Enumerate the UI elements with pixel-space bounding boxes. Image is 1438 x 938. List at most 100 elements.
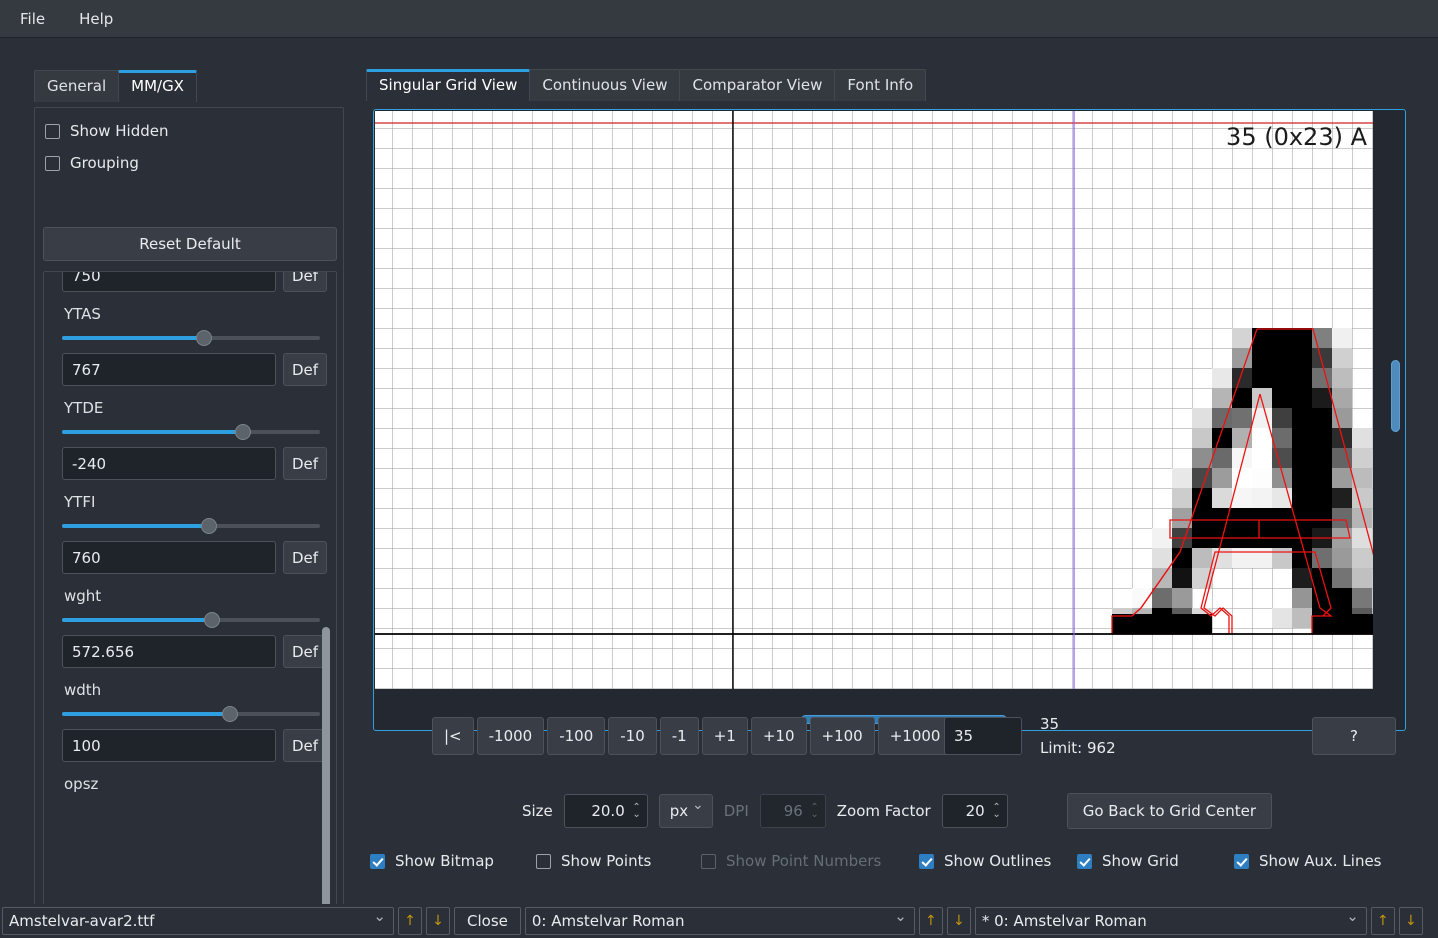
zoom-stepper-arrows[interactable]: ⌃⌄ [992,804,1000,818]
axis-def-button-ytde[interactable]: Def [283,447,327,480]
show-points-checkbox-box[interactable] [536,854,551,869]
axis-slider-wdth[interactable] [62,705,320,723]
nav-plus-10-button[interactable]: +10 [751,717,807,755]
tab-continuous-view[interactable]: Continuous View [529,69,680,101]
face-index-value: 0: Amstelvar Roman [532,912,685,930]
checkbox-show-hidden[interactable]: Show Hidden [45,122,343,140]
menu-item-file[interactable]: File [6,6,59,32]
axis-value-input-wdth[interactable] [62,729,276,762]
axis-slider-scrollarea[interactable]: Def YTAS Def [43,271,337,914]
show-aux-lines-label: Show Aux. Lines [1259,852,1382,870]
axis-row-ytfi: YTFI Def [44,493,337,574]
axis-slider-fill-ytde [62,430,243,434]
axis-row-opsz: opsz [44,775,337,793]
bottom-toolbar: Amstelvar-avar2.ttf ↑ ↓ Close 0: Amstelv… [0,904,1438,938]
axis-slider-knob-ytde[interactable] [235,424,251,440]
axis-def-button-ytas[interactable]: Def [283,353,327,386]
axis-slider-knob-ytfi[interactable] [201,518,217,534]
go-back-to-grid-center-button[interactable]: Go Back to Grid Center [1067,793,1272,829]
axis-label-ytas: YTAS [64,305,324,323]
show-bitmap-checkbox-box[interactable] [370,854,385,869]
named-instance-combo[interactable]: * 0: Amstelvar Roman [975,907,1367,935]
checkbox-show-bitmap[interactable]: Show Bitmap [370,852,536,870]
size-unit-combo[interactable]: px [659,794,713,828]
checkbox-show-points[interactable]: Show Points [536,852,701,870]
glyph-index-input[interactable] [944,717,1022,755]
size-stepper-arrows[interactable]: ⌃⌄ [632,804,640,818]
axis-def-button-wght[interactable]: Def [283,635,327,668]
axis-value-row-wght: Def [62,635,320,668]
show-hidden-label: Show Hidden [70,122,168,140]
nav-minus-100-button[interactable]: -100 [547,717,605,755]
axis-label-opsz: opsz [64,775,324,793]
tab-general[interactable]: General [34,70,119,102]
show-grid-label: Show Grid [1102,852,1179,870]
zoom-factor-value: 20 [966,802,985,820]
axis-slider-fill-wdth [62,712,230,716]
show-point-numbers-checkbox-box [701,854,716,869]
axis-slider-knob-ytas[interactable] [196,330,212,346]
glyph-canvas-frame[interactable]: 35 (0x23) A [373,109,1406,731]
axis-label-ytfi: YTFI [64,493,324,511]
nav-minus-10-button[interactable]: -10 [608,717,657,755]
show-outlines-checkbox-box[interactable] [919,854,934,869]
face-index-combo[interactable]: 0: Amstelvar Roman [525,907,915,935]
axis-value-input-ytfi[interactable] [62,541,276,574]
tab-singular-grid-view[interactable]: Singular Grid View [366,69,530,101]
tab-comparator-view[interactable]: Comparator View [679,69,835,101]
nav-first-button[interactable]: |< [432,717,474,755]
size-spinbox[interactable]: 20.0 ⌃⌄ [564,794,648,828]
axis-value-input-ytde[interactable] [62,447,276,480]
face-index-up-arrow-icon[interactable]: ↑ [919,907,943,935]
checkbox-show-grid[interactable]: Show Grid [1077,852,1234,870]
axis-slider-knob-wdth[interactable] [222,706,238,722]
nav-minus-1000-button[interactable]: -1000 [477,717,545,755]
dpi-stepper-arrows: ⌃⌄ [810,804,818,818]
axis-def-button-ytfi[interactable]: Def [283,541,327,574]
named-instance-up-arrow-icon[interactable]: ↑ [1371,907,1395,935]
close-button[interactable]: Close [454,907,521,935]
font-file-up-arrow-icon[interactable]: ↑ [398,907,422,935]
tab-font-info[interactable]: Font Info [834,69,926,101]
reset-default-button[interactable]: Reset Default [43,227,337,261]
zoom-factor-spinbox[interactable]: 20 ⌃⌄ [942,794,1008,828]
checkbox-grouping[interactable]: Grouping [45,154,343,172]
axis-slider-fill-ytas [62,336,204,340]
size-label: Size [522,802,553,820]
axis-value-input-0[interactable] [62,271,276,292]
font-file-down-arrow-icon[interactable]: ↓ [426,907,450,935]
menu-item-help[interactable]: Help [65,6,127,32]
axis-slider-knob-wght[interactable] [204,612,220,628]
show-aux-lines-checkbox-box[interactable] [1234,854,1249,869]
canvas-vertical-scrollbar[interactable] [1391,360,1400,432]
axis-def-button-wdth[interactable]: Def [283,729,327,762]
axis-def-button-0[interactable]: Def [283,271,327,292]
nav-plus-100-button[interactable]: +100 [810,717,875,755]
axis-slider-wght[interactable] [62,611,320,629]
axis-panel-scrollbar[interactable] [322,627,330,912]
checkbox-show-point-numbers: Show Point Numbers [701,852,919,870]
checkbox-show-aux-lines[interactable]: Show Aux. Lines [1234,852,1382,870]
axis-value-input-wght[interactable] [62,635,276,668]
axis-slider-ytas[interactable] [62,329,320,347]
axis-label-wdth: wdth [64,681,324,699]
glyph-grid-canvas[interactable]: 35 (0x23) A [375,111,1373,689]
nav-plus-1-button[interactable]: +1 [702,717,748,755]
nav-plus-1000-button[interactable]: +1000 [878,717,953,755]
show-grid-checkbox-box[interactable] [1077,854,1092,869]
nav-minus-1-button[interactable]: -1 [660,717,699,755]
face-index-down-arrow-icon[interactable]: ↓ [947,907,971,935]
help-button[interactable]: ? [1312,717,1396,755]
named-instance-down-arrow-icon[interactable]: ↓ [1399,907,1423,935]
grouping-checkbox-box[interactable] [45,156,60,171]
tab-mmgx[interactable]: MM/GX [118,70,197,102]
axis-value-input-ytas[interactable] [62,353,276,386]
glyph-index-label: 35 (0x23) A [1226,123,1367,151]
view-tabbar: Singular Grid View Continuous View Compa… [366,69,925,101]
checkbox-show-outlines[interactable]: Show Outlines [919,852,1077,870]
axis-slider-ytfi[interactable] [62,517,320,535]
axis-slider-ytde[interactable] [62,423,320,441]
size-unit-value: px [670,802,688,820]
show-hidden-checkbox-box[interactable] [45,124,60,139]
font-file-combo[interactable]: Amstelvar-avar2.ttf [2,907,394,935]
